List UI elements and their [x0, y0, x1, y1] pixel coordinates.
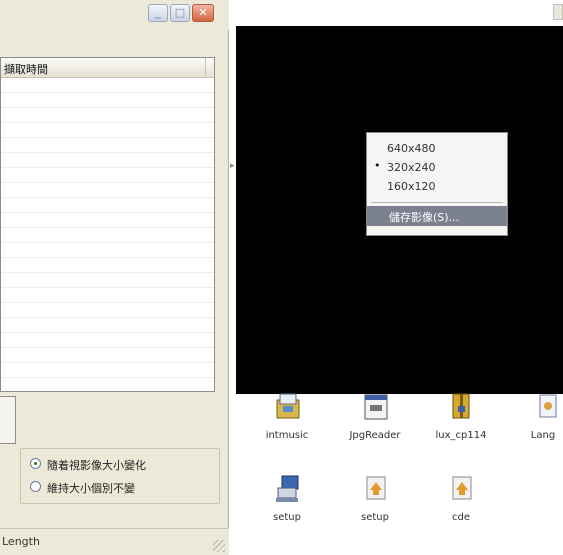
desktop-icon-label: setup — [273, 512, 301, 523]
capture-list[interactable]: 擷取時間 — [0, 57, 215, 392]
archive-icon — [452, 393, 470, 419]
desktop-icon-setup-package[interactable]: setup — [340, 474, 410, 536]
list-row[interactable] — [1, 243, 214, 258]
status-text: Length — [2, 535, 40, 548]
desktop-icon-label: lux_cp114 — [435, 430, 487, 441]
list-row[interactable] — [1, 108, 214, 123]
list-row[interactable] — [1, 378, 214, 391]
radio-button-checked[interactable] — [30, 458, 41, 469]
desktop-icon-lux-cp114[interactable]: lux_cp114 — [426, 392, 496, 454]
close-icon: ✕ — [198, 6, 208, 19]
list-row[interactable] — [1, 93, 214, 108]
radio-button[interactable] — [30, 481, 41, 492]
list-row[interactable] — [1, 303, 214, 318]
desktop-icon-label: intmusic — [265, 430, 309, 441]
menu-item-label: 160x120 — [387, 180, 436, 193]
menu-item-160x120[interactable]: 160x120 — [367, 177, 507, 197]
menu-item-label: 320x240 — [387, 161, 436, 174]
list-row[interactable] — [1, 363, 214, 378]
desktop-icon-cde[interactable]: cde — [426, 474, 496, 536]
list-row[interactable] — [1, 213, 214, 228]
computer-setup-icon — [276, 475, 299, 502]
close-button[interactable]: ✕ — [192, 4, 214, 22]
menu-separator — [371, 202, 503, 203]
list-row[interactable] — [1, 78, 214, 93]
radio-label: 隨着視影像大小變化 — [47, 459, 146, 472]
list-row[interactable] — [1, 138, 214, 153]
viewer-top-bar — [230, 0, 563, 24]
list-row[interactable] — [1, 123, 214, 138]
minimize-button[interactable]: _ — [148, 4, 168, 22]
menu-item-640x480[interactable]: 640x480 — [367, 139, 507, 159]
list-row[interactable] — [1, 198, 214, 213]
minimize-icon: _ — [155, 6, 161, 19]
scroll-button[interactable] — [553, 4, 563, 20]
desktop-icon-label: cde — [452, 512, 470, 523]
list-row[interactable] — [1, 258, 214, 273]
list-row[interactable] — [1, 318, 214, 333]
preview-frame — [0, 396, 16, 444]
document-icon — [539, 394, 557, 418]
radio-keep-size[interactable]: 維持大小個別不變 — [30, 479, 215, 495]
list-row[interactable] — [1, 183, 214, 198]
list-row[interactable] — [1, 288, 214, 303]
status-bar: Length — [0, 528, 229, 555]
size-options-group: 隨着視影像大小變化 維持大小個別不變 — [20, 448, 220, 504]
radio-resize-with-video[interactable]: 隨着視影像大小變化 — [30, 456, 215, 472]
menu-item-save-image[interactable]: 儲存影像(S)... — [367, 206, 507, 226]
desktop-icon-intmusic[interactable]: intmusic — [252, 392, 322, 454]
list-row[interactable] — [1, 348, 214, 363]
maximize-button[interactable]: □ — [170, 4, 190, 22]
menu-item-label: 儲存影像(S)... — [389, 211, 460, 224]
radio-label: 維持大小個別不變 — [47, 482, 135, 495]
desktop-icon-setup[interactable]: setup — [252, 474, 322, 536]
list-row[interactable] — [1, 273, 214, 288]
context-menu: 640x480 • 320x240 160x120 儲存影像(S)... — [366, 132, 508, 236]
list-column-header[interactable]: 擷取時間 — [1, 58, 214, 78]
maximize-icon: □ — [174, 6, 186, 19]
window-app-icon — [364, 394, 388, 420]
desktop-icon-label: JpgReader — [349, 430, 401, 441]
column-header-label: 擷取時間 — [4, 63, 48, 76]
installer-icon — [276, 393, 300, 419]
resize-grip-icon[interactable] — [213, 540, 225, 552]
list-row[interactable] — [1, 168, 214, 183]
package-icon — [366, 476, 386, 500]
menu-item-320x240[interactable]: • 320x240 — [367, 158, 507, 178]
list-row[interactable] — [1, 333, 214, 348]
list-row[interactable] — [1, 153, 214, 168]
column-divider[interactable] — [205, 58, 206, 77]
list-row[interactable] — [1, 228, 214, 243]
desktop-icon-lang[interactable]: Lang — [508, 392, 563, 454]
desktop-icon-label: Lang — [530, 430, 556, 441]
title-bar[interactable]: _ □ ✕ — [0, 0, 229, 30]
desktop-icon-label: setup — [361, 512, 389, 523]
selected-bullet-icon: • — [374, 159, 381, 172]
menu-item-label: 640x480 — [387, 142, 436, 155]
desktop-icon-jpgreader[interactable]: JpgReader — [340, 392, 410, 454]
capture-dialog-window: _ □ ✕ 擷取時間 隨着視影像大小變化 維持大小個別不變 Length — [0, 0, 229, 555]
package-icon — [452, 476, 472, 500]
